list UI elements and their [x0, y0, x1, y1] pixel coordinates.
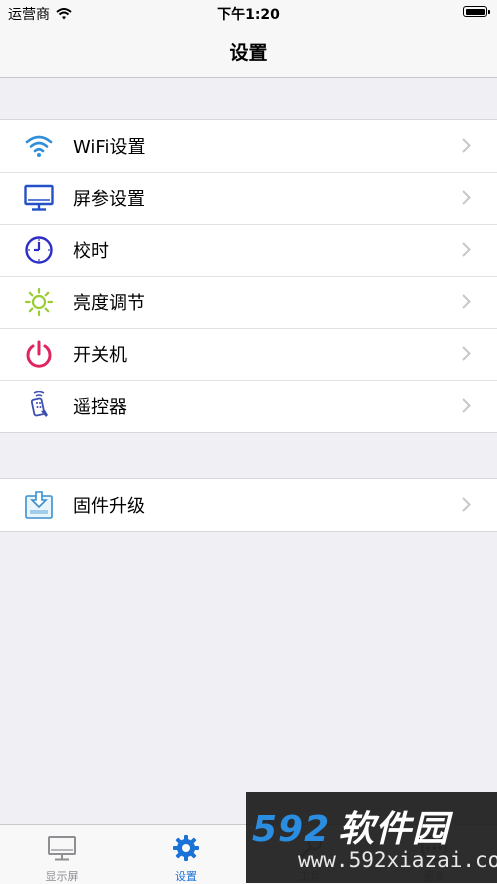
monitor-tab-icon	[48, 836, 76, 861]
chevron-right-icon	[462, 242, 471, 257]
row-label: 开关机	[73, 345, 127, 366]
status-bar: 运营商 下午1:20	[0, 0, 497, 24]
wifi-icon	[24, 131, 54, 161]
row-label: 亮度调节	[73, 293, 145, 314]
chevron-right-icon	[462, 497, 471, 512]
battery-level	[465, 8, 485, 15]
tab-settings[interactable]: 设置	[124, 825, 248, 884]
row-label: WiFi设置	[73, 137, 146, 158]
row-wifi-settings[interactable]: WiFi设置	[0, 120, 497, 172]
status-time: 下午1:20	[217, 7, 280, 23]
row-screen-params[interactable]: 屏参设置	[0, 172, 497, 224]
row-label: 校时	[73, 241, 109, 262]
watermark-url: www.592xiazai.com	[298, 848, 497, 872]
chevron-right-icon	[462, 398, 471, 413]
chevron-right-icon	[462, 294, 471, 309]
tab-display[interactable]: 显示屏	[0, 825, 124, 884]
firmware-download-icon	[24, 490, 54, 520]
row-label: 屏参设置	[73, 189, 145, 210]
row-firmware-upgrade[interactable]: 固件升级	[0, 479, 497, 531]
watermark-brand: 软件园	[338, 809, 450, 850]
battery-icon	[463, 6, 490, 17]
chevron-right-icon	[462, 346, 471, 361]
watermark-logo: 592 软件园	[252, 800, 449, 852]
power-icon	[24, 339, 54, 369]
watermark-number: 592	[252, 809, 331, 850]
watermark-overlay: 592 软件园 www.592xiazai.com	[246, 792, 497, 883]
row-power[interactable]: 开关机	[0, 328, 497, 380]
monitor-icon	[24, 183, 54, 213]
chevron-right-icon	[462, 138, 471, 153]
row-remote[interactable]: 遥控器	[0, 380, 497, 432]
page-title: 设置	[229, 42, 268, 64]
chevron-right-icon	[462, 190, 471, 205]
row-brightness[interactable]: 亮度调节	[0, 276, 497, 328]
tab-label: 设置	[175, 870, 197, 883]
row-label: 固件升级	[73, 496, 145, 517]
tab-label: 显示屏	[45, 870, 79, 883]
settings-group-main: WiFi设置 屏参设置 校时 亮度调节 开关机 遥控器	[0, 119, 497, 433]
row-time-sync[interactable]: 校时	[0, 224, 497, 276]
nav-bar: 设置	[0, 24, 497, 78]
remote-icon	[24, 391, 54, 421]
brightness-icon	[24, 287, 54, 317]
gear-tab-icon	[173, 835, 199, 861]
row-label: 遥控器	[73, 397, 127, 418]
settings-group-firmware: 固件升级	[0, 478, 497, 532]
clock-icon	[24, 235, 54, 265]
